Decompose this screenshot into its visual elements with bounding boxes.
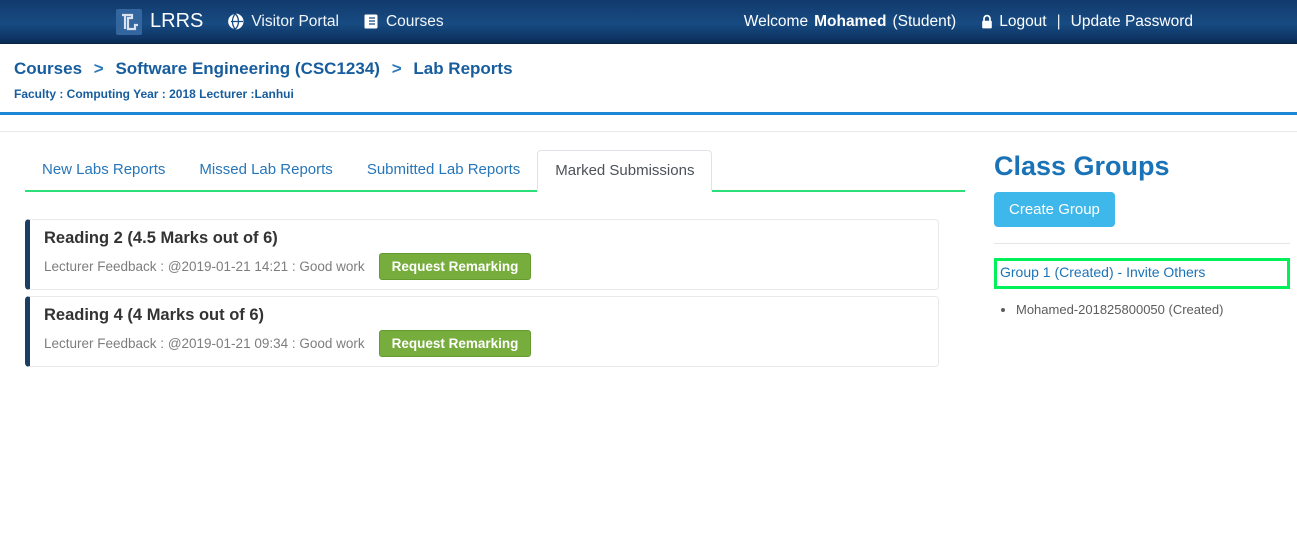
group-link[interactable]: Group 1 (Created) bbox=[1000, 264, 1114, 280]
course-info: Faculty : Computing Year : 2018 Lecturer… bbox=[14, 87, 1297, 101]
marked-submissions-list: Reading 2 (4.5 Marks out of 6) Lecturer … bbox=[25, 219, 939, 367]
tab-missed-lab-reports[interactable]: Missed Lab Reports bbox=[182, 150, 349, 190]
lecturer-feedback: Lecturer Feedback : @2019-01-21 09:34 : … bbox=[44, 336, 365, 351]
class-groups-title: Class Groups bbox=[994, 150, 1290, 182]
nav-link-label: Courses bbox=[386, 13, 444, 31]
invite-others-link[interactable]: Invite Others bbox=[1126, 264, 1205, 280]
brand[interactable]: LRRS bbox=[116, 9, 203, 35]
group-box: Group 1 (Created) - Invite Others bbox=[994, 258, 1290, 289]
breadcrumb-separator: > bbox=[392, 59, 402, 78]
request-remarking-button[interactable]: Request Remarking bbox=[379, 330, 532, 357]
report-title: Reading 2 (4.5 Marks out of 6) bbox=[44, 228, 924, 248]
group-member-item: Mohamed-201825800050 (Created) bbox=[1016, 302, 1290, 317]
tab-marked-submissions[interactable]: Marked Submissions bbox=[537, 150, 712, 192]
brand-label: LRRS bbox=[150, 10, 203, 33]
user-role: (Student) bbox=[892, 13, 956, 31]
report-card: Reading 4 (4 Marks out of 6) Lecturer Fe… bbox=[25, 296, 939, 367]
user-name: Mohamed bbox=[814, 13, 886, 31]
report-title: Reading 4 (4 Marks out of 6) bbox=[44, 305, 924, 325]
request-remarking-button[interactable]: Request Remarking bbox=[379, 253, 532, 280]
nav-courses[interactable]: Courses bbox=[363, 13, 444, 31]
group-members-list: Mohamed-201825800050 (Created) bbox=[994, 302, 1290, 317]
page-header: Courses > Software Engineering (CSC1234)… bbox=[0, 44, 1297, 101]
class-groups-panel: Class Groups Create Group Group 1 (Creat… bbox=[994, 150, 1290, 321]
breadcrumb: Courses > Software Engineering (CSC1234)… bbox=[14, 59, 1297, 79]
breadcrumb-separator: > bbox=[94, 59, 104, 78]
update-password-link[interactable]: Update Password bbox=[1071, 13, 1193, 31]
brand-logo-icon bbox=[116, 9, 142, 35]
sidebar-divider bbox=[994, 243, 1290, 244]
tab-new-labs-reports[interactable]: New Labs Reports bbox=[25, 150, 182, 190]
group-separator: - bbox=[1114, 264, 1126, 280]
breadcrumb-current: Lab Reports bbox=[413, 59, 512, 78]
blue-divider bbox=[0, 112, 1297, 115]
logout-link[interactable]: Logout bbox=[999, 13, 1046, 31]
nav-visitor-portal[interactable]: Visitor Portal bbox=[227, 13, 339, 31]
book-icon bbox=[363, 13, 379, 30]
top-navbar: LRRS Visitor Portal Courses Welcom bbox=[0, 0, 1297, 44]
tab-submitted-lab-reports[interactable]: Submitted Lab Reports bbox=[350, 150, 537, 190]
lock-icon bbox=[980, 14, 994, 30]
main-column: New Labs Reports Missed Lab Reports Subm… bbox=[25, 150, 965, 373]
lecturer-feedback: Lecturer Feedback : @2019-01-21 14:21 : … bbox=[44, 259, 365, 274]
breadcrumb-course[interactable]: Software Engineering (CSC1234) bbox=[115, 59, 380, 78]
welcome-text: Welcome bbox=[744, 13, 808, 31]
globe-icon bbox=[227, 13, 244, 30]
nav-separator: | bbox=[1057, 13, 1061, 31]
report-card: Reading 2 (4.5 Marks out of 6) Lecturer … bbox=[25, 219, 939, 290]
create-group-button[interactable]: Create Group bbox=[994, 192, 1115, 227]
report-tabs: New Labs Reports Missed Lab Reports Subm… bbox=[25, 150, 965, 192]
breadcrumb-courses[interactable]: Courses bbox=[14, 59, 82, 78]
nav-link-label: Visitor Portal bbox=[251, 13, 339, 31]
